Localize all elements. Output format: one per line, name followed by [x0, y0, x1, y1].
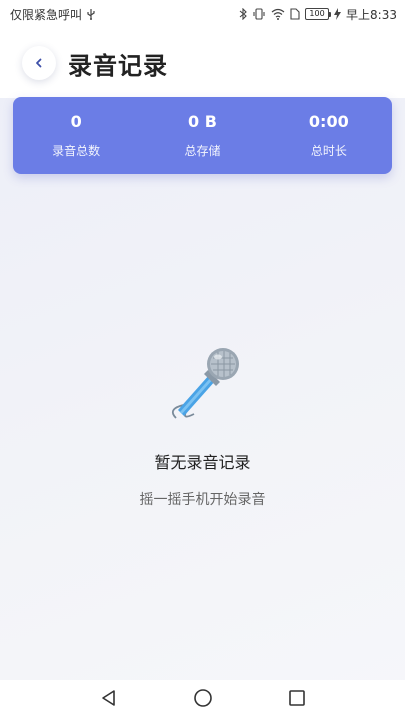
- empty-state: 暂无录音记录 摇一摇手机开始录音: [0, 340, 405, 509]
- empty-state-title: 暂无录音记录: [154, 453, 251, 472]
- screen: 仅限紧急呼叫 100 早上8:33 录音记录 0 录音总数 0 B 总存储 0:…: [0, 0, 405, 720]
- header: 录音记录: [0, 28, 405, 98]
- stat-label: 录音总数: [52, 144, 101, 158]
- status-time: 早上8:33: [346, 7, 397, 22]
- bluetooth-icon: [239, 8, 247, 20]
- stat-label: 总时长: [310, 144, 347, 158]
- circle-home-icon: [193, 688, 213, 712]
- carrier-text: 仅限紧急呼叫: [10, 7, 83, 22]
- status-bar: 仅限紧急呼叫 100 早上8:33: [0, 0, 405, 28]
- back-button[interactable]: [22, 46, 56, 80]
- microphone-icon: [158, 340, 248, 425]
- system-nav-bar: [0, 680, 405, 720]
- square-recents-icon: [288, 689, 306, 711]
- vibrate-icon: [252, 8, 266, 20]
- chevron-left-icon: [34, 54, 44, 73]
- status-left: 仅限紧急呼叫: [10, 6, 96, 23]
- usb-icon: [86, 8, 96, 20]
- status-right: 100 早上8:33: [239, 6, 397, 23]
- stat-recording-count: 0 录音总数: [13, 112, 139, 159]
- stat-value: 0 B: [188, 112, 217, 131]
- stat-total-duration: 0:00 总时长: [266, 112, 392, 159]
- stat-value: 0:00: [308, 112, 349, 131]
- page-title: 录音记录: [68, 51, 168, 80]
- nav-back-button[interactable]: [97, 688, 121, 712]
- stat-total-storage: 0 B 总存储: [139, 112, 265, 159]
- nav-recents-button[interactable]: [285, 688, 309, 712]
- triangle-back-icon: [100, 689, 118, 711]
- stat-value: 0: [70, 112, 82, 131]
- battery-icon: 100: [305, 8, 332, 20]
- charging-icon: [334, 8, 342, 20]
- wifi-icon: [271, 8, 285, 20]
- empty-state-subtitle: 摇一摇手机开始录音: [139, 492, 266, 508]
- stat-label: 总存储: [184, 144, 221, 158]
- sim-icon: [290, 8, 300, 20]
- nav-home-button[interactable]: [191, 688, 215, 712]
- stats-card: 0 录音总数 0 B 总存储 0:00 总时长: [13, 97, 392, 174]
